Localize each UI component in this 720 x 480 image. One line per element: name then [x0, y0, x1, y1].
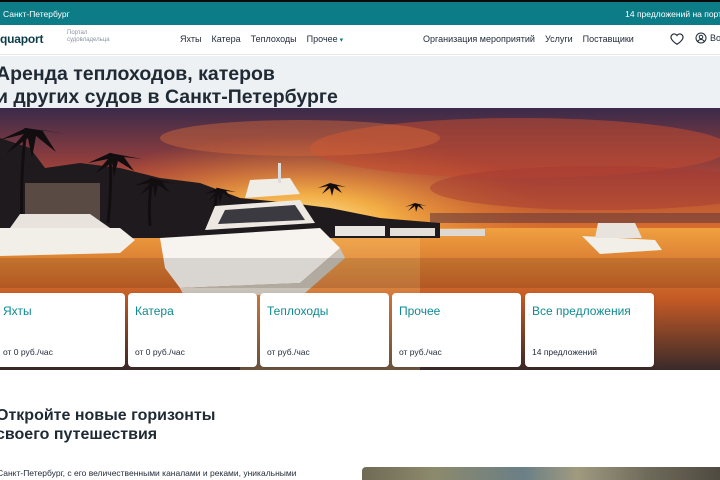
logo[interactable]: quaport [0, 32, 43, 46]
card-title: Яхты [3, 304, 32, 318]
site-header: quaport Портал судовладельца Яхты Катера… [0, 25, 720, 55]
category-card-boats[interactable]: Катера от 0 руб./час [128, 293, 257, 367]
category-cards: Яхты от 0 руб./час Катера от 0 руб./час … [0, 293, 720, 368]
card-price: 14 предложений [532, 347, 597, 357]
category-card-all-offers[interactable]: Все предложения 14 предложений [525, 293, 654, 367]
nav-item-other-label: Прочее [306, 34, 338, 44]
section-photo [362, 467, 720, 480]
secondary-nav: Организация мероприятий Услуги Поставщик… [423, 34, 634, 44]
section-title-line-2: своего путешествия [0, 426, 158, 443]
nav-item-other[interactable]: Прочее ▾ [307, 34, 344, 44]
about-section: Откройте новые горизонты своего путешест… [0, 388, 720, 480]
card-title: Теплоходы [267, 304, 329, 318]
nav-item-events[interactable]: Организация мероприятий [423, 34, 535, 44]
nav-item-yachts[interactable]: Яхты [180, 34, 202, 44]
account-button[interactable]: Во [695, 32, 720, 44]
card-price: от руб./час [267, 347, 310, 357]
category-card-motorships[interactable]: Теплоходы от руб./час [260, 293, 389, 367]
section-paragraph: Санкт-Петербург, с его величественными к… [0, 468, 297, 478]
category-card-yachts[interactable]: Яхты от 0 руб./час [0, 293, 125, 367]
logo-tagline: Портал судовладельца [67, 30, 110, 43]
nav-item-boats[interactable]: Катера [212, 34, 241, 44]
page-title-line-2: и других судов в Санкт-Петербурге [0, 86, 338, 108]
offers-count-link[interactable]: 14 предложений на порт [625, 9, 720, 19]
city-selector[interactable]: Санкт-Петербург [3, 9, 70, 19]
card-title: Прочее [399, 304, 441, 318]
city-label[interactable]: Санкт-Петербург [3, 9, 70, 19]
hero-heading-area: Аренда теплоходов, катеров и других судо… [0, 56, 720, 108]
user-icon [695, 32, 707, 44]
main-nav: Яхты Катера Теплоходы Прочее ▾ [180, 34, 343, 44]
favorites-heart-icon[interactable] [670, 32, 684, 46]
nav-item-suppliers[interactable]: Поставщики [583, 34, 634, 44]
page-title-line-1: Аренда теплоходов, катеров [0, 63, 275, 85]
nav-item-services[interactable]: Услуги [545, 34, 573, 44]
category-card-other[interactable]: Прочее от руб./час [392, 293, 521, 367]
card-price: от 0 руб./час [3, 347, 53, 357]
card-price: от 0 руб./час [135, 347, 185, 357]
card-price: от руб./час [399, 347, 442, 357]
nav-item-motorships[interactable]: Теплоходы [251, 34, 297, 44]
chevron-down-icon: ▾ [339, 37, 344, 44]
page-title: Аренда теплоходов, катеров и других судо… [0, 63, 416, 109]
account-label: Во [710, 33, 720, 43]
section-title: Откройте новые горизонты своего путешест… [0, 406, 256, 444]
section-title-line-1: Откройте новые горизонты [0, 407, 216, 424]
top-bar: Санкт-Петербург 14 предложений на порт [0, 0, 720, 25]
card-title: Катера [135, 304, 174, 318]
card-title: Все предложения [532, 304, 631, 318]
